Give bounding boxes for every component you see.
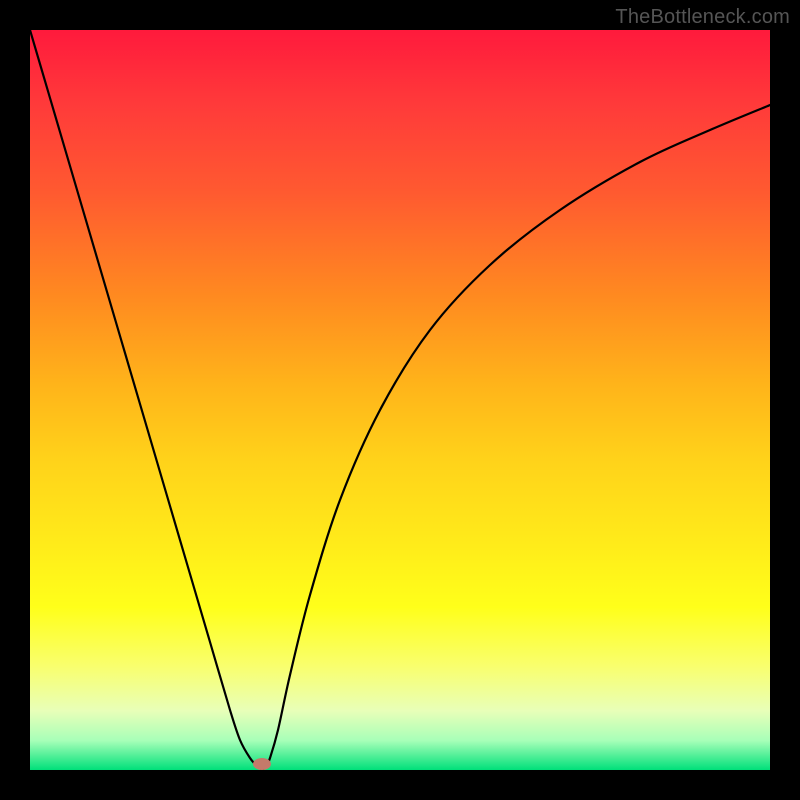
curve-svg [30,30,770,770]
bottleneck-curve [30,30,770,769]
chart-frame: TheBottleneck.com [0,0,800,800]
watermark-text: TheBottleneck.com [615,6,790,29]
minimum-marker [253,758,271,770]
plot-area [30,30,770,770]
